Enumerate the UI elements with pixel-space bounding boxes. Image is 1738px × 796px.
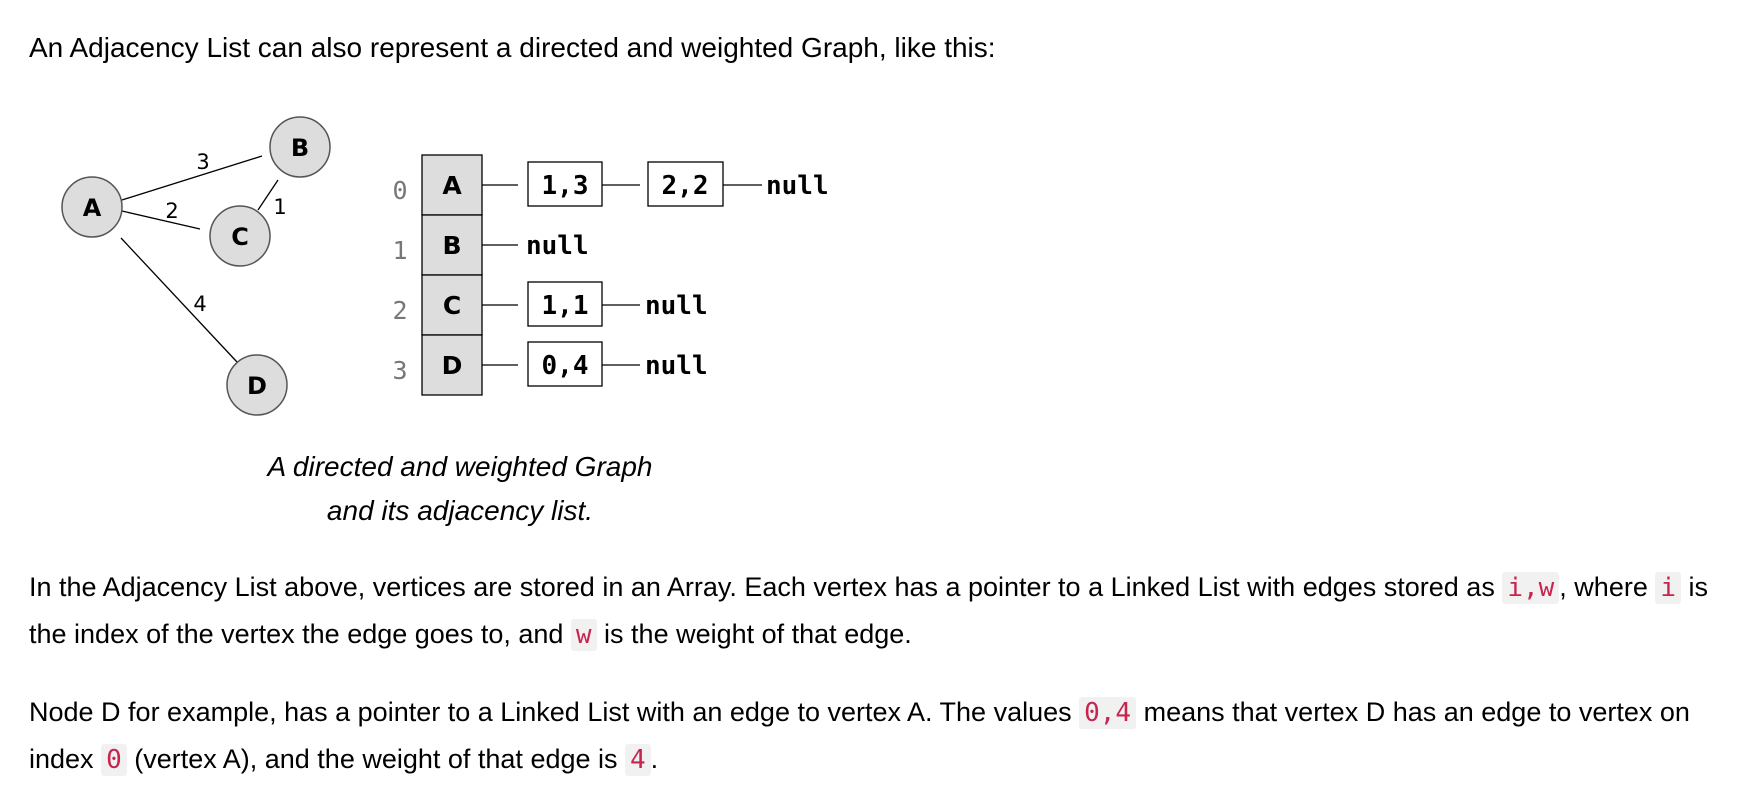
array-vertex-b: B [442,231,461,260]
caption-line-2: and its adjacency list. [326,495,594,526]
node-a-label: A [83,194,102,222]
paragraph-node-d-example: Node D for example, has a pointer to a L… [29,689,1719,783]
node-d-label: D [247,372,267,400]
list-node-value: 1,1 [542,291,589,321]
list-node-value: 1,3 [542,171,589,201]
edge-a-b [121,155,263,201]
list-node-value: 2,2 [662,171,709,201]
paragraph-text: In the Adjacency List above, vertices ar… [29,572,1503,602]
null-terminator: null [766,171,829,201]
array-index-2: 2 [392,296,407,325]
array-index-3: 3 [392,356,407,385]
array-index-0: 0 [392,176,407,205]
inline-code: i [1655,572,1681,604]
edge-a-c [121,210,201,230]
paragraph-text: Node D for example, has a pointer to a L… [29,697,1080,727]
inline-code: i,w [1502,572,1560,604]
edge-weight-a-c: 2 [165,199,178,223]
array-index-1: 1 [392,236,407,265]
inline-code: 4 [625,744,651,776]
paragraph-adjacency-explanation: In the Adjacency List above, vertices ar… [29,564,1719,658]
node-b-label: B [291,134,309,162]
null-terminator: null [526,231,589,261]
array-vertex-c: C [443,291,461,320]
null-terminator: null [645,351,708,381]
inline-code: 0 [101,744,127,776]
edge-weight-a-d: 4 [193,292,206,316]
edge-weight-c-b: 1 [273,195,286,219]
figure-caption: A directed and weighted Graph and its ad… [200,445,720,533]
graph-diagram: 3 2 1 4 A B C D 0 1 2 3 A B C D 1,3 2,2 … [61,116,829,416]
paragraph-text: . [650,744,659,774]
caption-line-1: A directed and weighted Graph [267,451,653,482]
graph-figure: 3 2 1 4 A B C D 0 1 2 3 A B C D 1,3 2,2 … [0,100,900,430]
array-vertex-d: D [442,351,463,380]
inline-code: 0,4 [1079,697,1137,729]
paragraph-text: (vertex A), and the weight of that edge … [126,744,626,774]
intro-text: An Adjacency List can also represent a d… [29,32,996,63]
inline-code: w [570,619,597,651]
array-vertex-a: A [442,171,462,200]
paragraph-text: is the weight of that edge. [596,619,912,649]
paragraph-text: , where [1559,572,1656,602]
node-c-label: C [231,223,249,251]
edge-weight-a-b: 3 [196,150,209,174]
list-node-value: 0,4 [542,351,589,381]
null-terminator: null [645,291,708,321]
